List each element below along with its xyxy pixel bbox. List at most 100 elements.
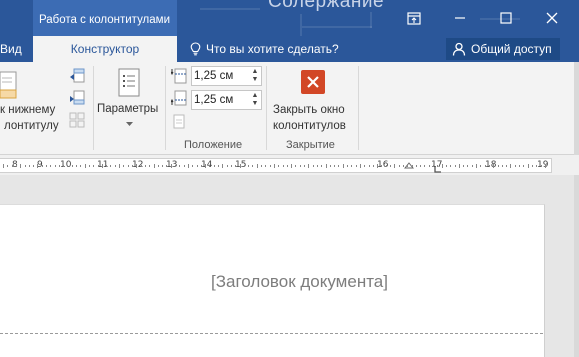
ruler-mark <box>459 164 460 168</box>
ruler-mark <box>450 165 451 167</box>
ruler-mark <box>437 165 438 167</box>
ribbon-separator <box>165 66 166 150</box>
ruler-mark <box>356 165 357 167</box>
ruler-mark <box>377 164 378 168</box>
header-boundary-line <box>0 333 543 334</box>
ruler-mark <box>407 165 408 167</box>
ruler-mark <box>192 165 193 167</box>
ruler-mark <box>59 165 60 167</box>
close-header-footer-button[interactable]: Закрыть окно колонтитулов <box>270 65 354 135</box>
ruler-mark <box>55 165 56 167</box>
link-to-previous-icon[interactable] <box>69 112 85 128</box>
close-window-button[interactable] <box>538 6 566 30</box>
document-title: Солержание <box>268 0 385 12</box>
ruler-mark <box>37 164 38 168</box>
ruler-mark <box>175 165 176 167</box>
ruler-mark <box>209 165 210 167</box>
ruler-mark <box>334 165 335 167</box>
ruler-mark <box>433 165 434 167</box>
footer-from-bottom-icon <box>171 90 187 106</box>
ruler-mark <box>313 165 314 167</box>
ruler-mark <box>80 165 81 167</box>
minimize-button[interactable] <box>446 6 474 30</box>
ruler-mark <box>545 164 546 168</box>
tab-stop-marker-icon[interactable] <box>434 165 442 173</box>
ruler-mark <box>412 165 413 167</box>
options-button[interactable]: Параметры <box>96 65 162 133</box>
ruler-mark <box>519 165 520 167</box>
insert-alignment-tab-icon[interactable] <box>171 114 187 130</box>
go-to-footer-label-1[interactable]: к нижнему <box>0 103 55 118</box>
ruler-mark <box>308 164 309 168</box>
spin-arrows[interactable]: ▲ ▼ <box>251 68 259 84</box>
next-section-icon[interactable] <box>69 90 85 106</box>
ruler-mark <box>110 165 111 167</box>
ruler-mark <box>132 165 133 167</box>
header-position-input[interactable]: 1,25 см ▲ ▼ <box>191 66 262 86</box>
ribbon-display-options-button[interactable] <box>400 6 428 30</box>
ruler-mark <box>179 165 180 167</box>
ruler-mark <box>162 165 163 167</box>
ruler-mark <box>287 165 288 167</box>
ruler-mark <box>154 164 155 168</box>
ruler-mark <box>42 165 43 167</box>
go-to-footer-label-2[interactable]: лонтитулу <box>4 119 59 134</box>
close-button-label-1: Закрыть окно <box>273 104 345 116</box>
ruler-mark <box>506 165 507 167</box>
ruler-mark <box>67 165 68 167</box>
maximize-button[interactable] <box>492 6 520 30</box>
ruler-mark <box>136 164 137 168</box>
footer-position-input[interactable]: 1,25 см ▲ ▼ <box>191 90 262 110</box>
ruler-mark <box>46 165 47 167</box>
ruler-mark <box>523 165 524 167</box>
ruler-mark <box>485 165 486 167</box>
ruler-mark <box>265 165 266 167</box>
person-icon <box>452 42 466 56</box>
ruler-mark <box>446 165 447 167</box>
ruler-mark <box>321 165 322 167</box>
ruler-mark <box>300 165 301 167</box>
context-group-label: Работа с колонтитулами <box>39 14 170 26</box>
ruler-mark <box>480 165 481 167</box>
ruler-mark <box>360 164 361 168</box>
tab-view[interactable]: Вид <box>0 36 22 62</box>
share-button[interactable]: Общий доступ <box>446 38 560 60</box>
ruler-mark <box>291 164 292 168</box>
ruler-mark <box>25 165 26 167</box>
ruler-mark <box>502 165 503 167</box>
ruler-mark <box>231 165 232 167</box>
ruler-mark <box>274 164 275 168</box>
ruler-mark <box>489 165 490 167</box>
ruler-mark <box>7 165 8 167</box>
ribbon-tab-row: Вид Конструктор Что вы хотите сделать? О… <box>0 36 579 62</box>
ruler-mark <box>261 165 262 167</box>
ruler-mark <box>145 165 146 167</box>
title-bar: Солержание Работа с колонтитулами <box>0 0 579 36</box>
previous-section-icon[interactable] <box>69 68 85 84</box>
ruler-number: 10 <box>60 160 72 170</box>
close-red-icon <box>301 70 325 94</box>
spin-arrows[interactable]: ▲ ▼ <box>251 92 259 108</box>
ruler-mark <box>227 165 228 167</box>
tell-me-box[interactable]: Что вы хотите сделать? <box>190 36 339 62</box>
hanging-indent-marker-icon[interactable] <box>404 162 414 172</box>
document-title-placeholder[interactable]: [Заголовок документа] <box>211 272 388 292</box>
share-label: Общий доступ <box>471 42 552 56</box>
go-to-footer-icon <box>0 71 17 99</box>
ruler-mark <box>424 165 425 167</box>
ruler-mark <box>472 165 473 167</box>
vertical-scrollbar[interactable] <box>574 62 579 357</box>
ruler-mark <box>119 164 120 168</box>
ruler-mark <box>330 165 331 167</box>
ruler-mark <box>493 164 494 168</box>
ruler-mark <box>394 164 395 168</box>
tab-designer[interactable]: Конструктор <box>33 36 177 62</box>
ruler-mark <box>252 165 253 167</box>
ruler-mark <box>106 165 107 167</box>
ruler-mark <box>85 164 86 168</box>
ruler-mark <box>63 165 64 167</box>
ruler-mark <box>102 164 103 168</box>
ribbon-separator <box>266 66 267 150</box>
ruler-mark <box>510 164 511 168</box>
horizontal-ruler[interactable]: 8 9 10 11 12 13 14 15 16 17 18 19 <box>0 158 552 173</box>
